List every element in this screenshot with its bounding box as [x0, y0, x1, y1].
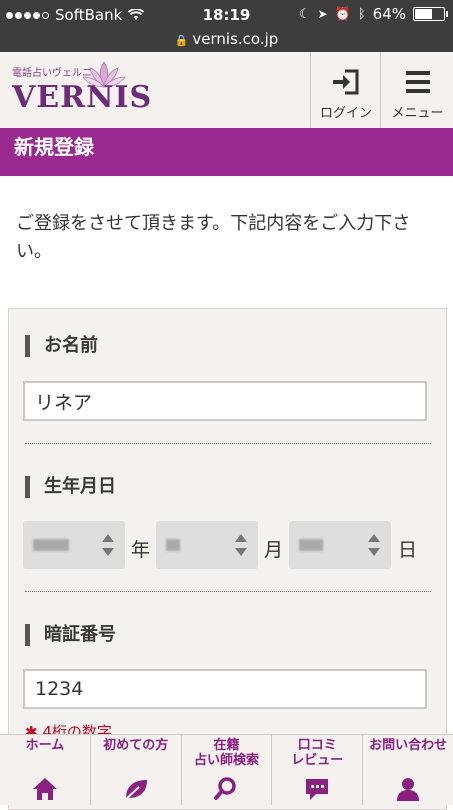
- intro-text: ご登録をさせて頂きます。下記内容をご入力下さい。: [16, 213, 411, 262]
- address-bar[interactable]: 🔒 vernis.co.jp: [0, 30, 453, 52]
- nav-item-label: お問い合わせ: [369, 738, 448, 753]
- nav-item-fortune-teller-search[interactable]: 在籍 占い師検索: [182, 735, 273, 805]
- leaf-icon: [125, 780, 147, 800]
- nav-item-label: 口コミ レビュー: [291, 738, 344, 768]
- login-button[interactable]: ログイン: [310, 52, 381, 128]
- search-icon: [214, 777, 237, 800]
- day-unit: 日: [398, 539, 418, 561]
- nav-item-contact[interactable]: お問い合わせ: [363, 735, 453, 805]
- logo-subtitle: 電話占いヴェルニ: [12, 68, 92, 79]
- select-arrows-icon: [368, 534, 380, 556]
- menu-button[interactable]: メニュー: [380, 52, 453, 128]
- nav-item-beginners[interactable]: 初めての方: [91, 735, 182, 805]
- menu-label: メニュー: [391, 106, 444, 121]
- nav-item-label: 在籍 占い師検索: [193, 738, 259, 768]
- birth-day-select[interactable]: [289, 521, 391, 569]
- birth-year-select[interactable]: [23, 521, 125, 569]
- month-unit: 月: [264, 539, 284, 561]
- pin-input[interactable]: [23, 669, 427, 709]
- battery-icon: [413, 7, 448, 21]
- divider: [25, 443, 431, 444]
- logo-wordmark: VERNIS: [12, 80, 153, 115]
- divider: [25, 591, 431, 592]
- location-arrow-icon: ➤: [317, 7, 328, 21]
- nav-item-reviews[interactable]: 口コミ レビュー: [272, 735, 364, 805]
- url-text: vernis.co.jp: [192, 30, 279, 48]
- birth-month-select[interactable]: [156, 521, 258, 569]
- nav-item-label: ホーム: [25, 738, 65, 753]
- site-header: 電話占いヴェルニ VERNIS ログイン メニュー: [0, 52, 453, 129]
- login-label: ログイン: [319, 106, 372, 121]
- bottom-nav: ホーム 初めての方 在籍 占い師検索 口コミ レビュー お問い合わせ: [0, 734, 453, 805]
- page-title-band: 新規登録: [0, 128, 453, 176]
- birthdate-field-label: 生年月日: [25, 476, 116, 498]
- select-arrows-icon: [235, 534, 247, 556]
- person-icon: [397, 778, 420, 801]
- lock-icon: 🔒: [174, 34, 189, 47]
- pin-field-label: 暗証番号: [25, 624, 116, 646]
- home-icon: [32, 778, 57, 800]
- select-arrows-icon: [102, 534, 114, 556]
- login-icon: [333, 69, 359, 95]
- moon-icon: ☾: [298, 6, 311, 22]
- year-unit: 年: [131, 539, 151, 561]
- battery-percent: 64%: [372, 5, 406, 23]
- nav-item-label: 初めての方: [103, 738, 169, 753]
- hamburger-menu-icon: [405, 71, 430, 93]
- site-logo[interactable]: 電話占いヴェルニ VERNIS: [10, 58, 151, 122]
- status-bar: SoftBank 18:19 ☾ ➤ ⏰ ᛒ 64%: [0, 0, 453, 30]
- name-input[interactable]: [23, 381, 427, 421]
- page-title: 新規登録: [14, 135, 94, 159]
- chat-bubble-icon: [306, 779, 329, 800]
- name-field-label: お名前: [25, 335, 98, 357]
- alarm-icon: ⏰: [334, 6, 351, 22]
- bluetooth-icon: ᛒ: [357, 6, 366, 22]
- nav-item-home[interactable]: ホーム: [0, 735, 91, 805]
